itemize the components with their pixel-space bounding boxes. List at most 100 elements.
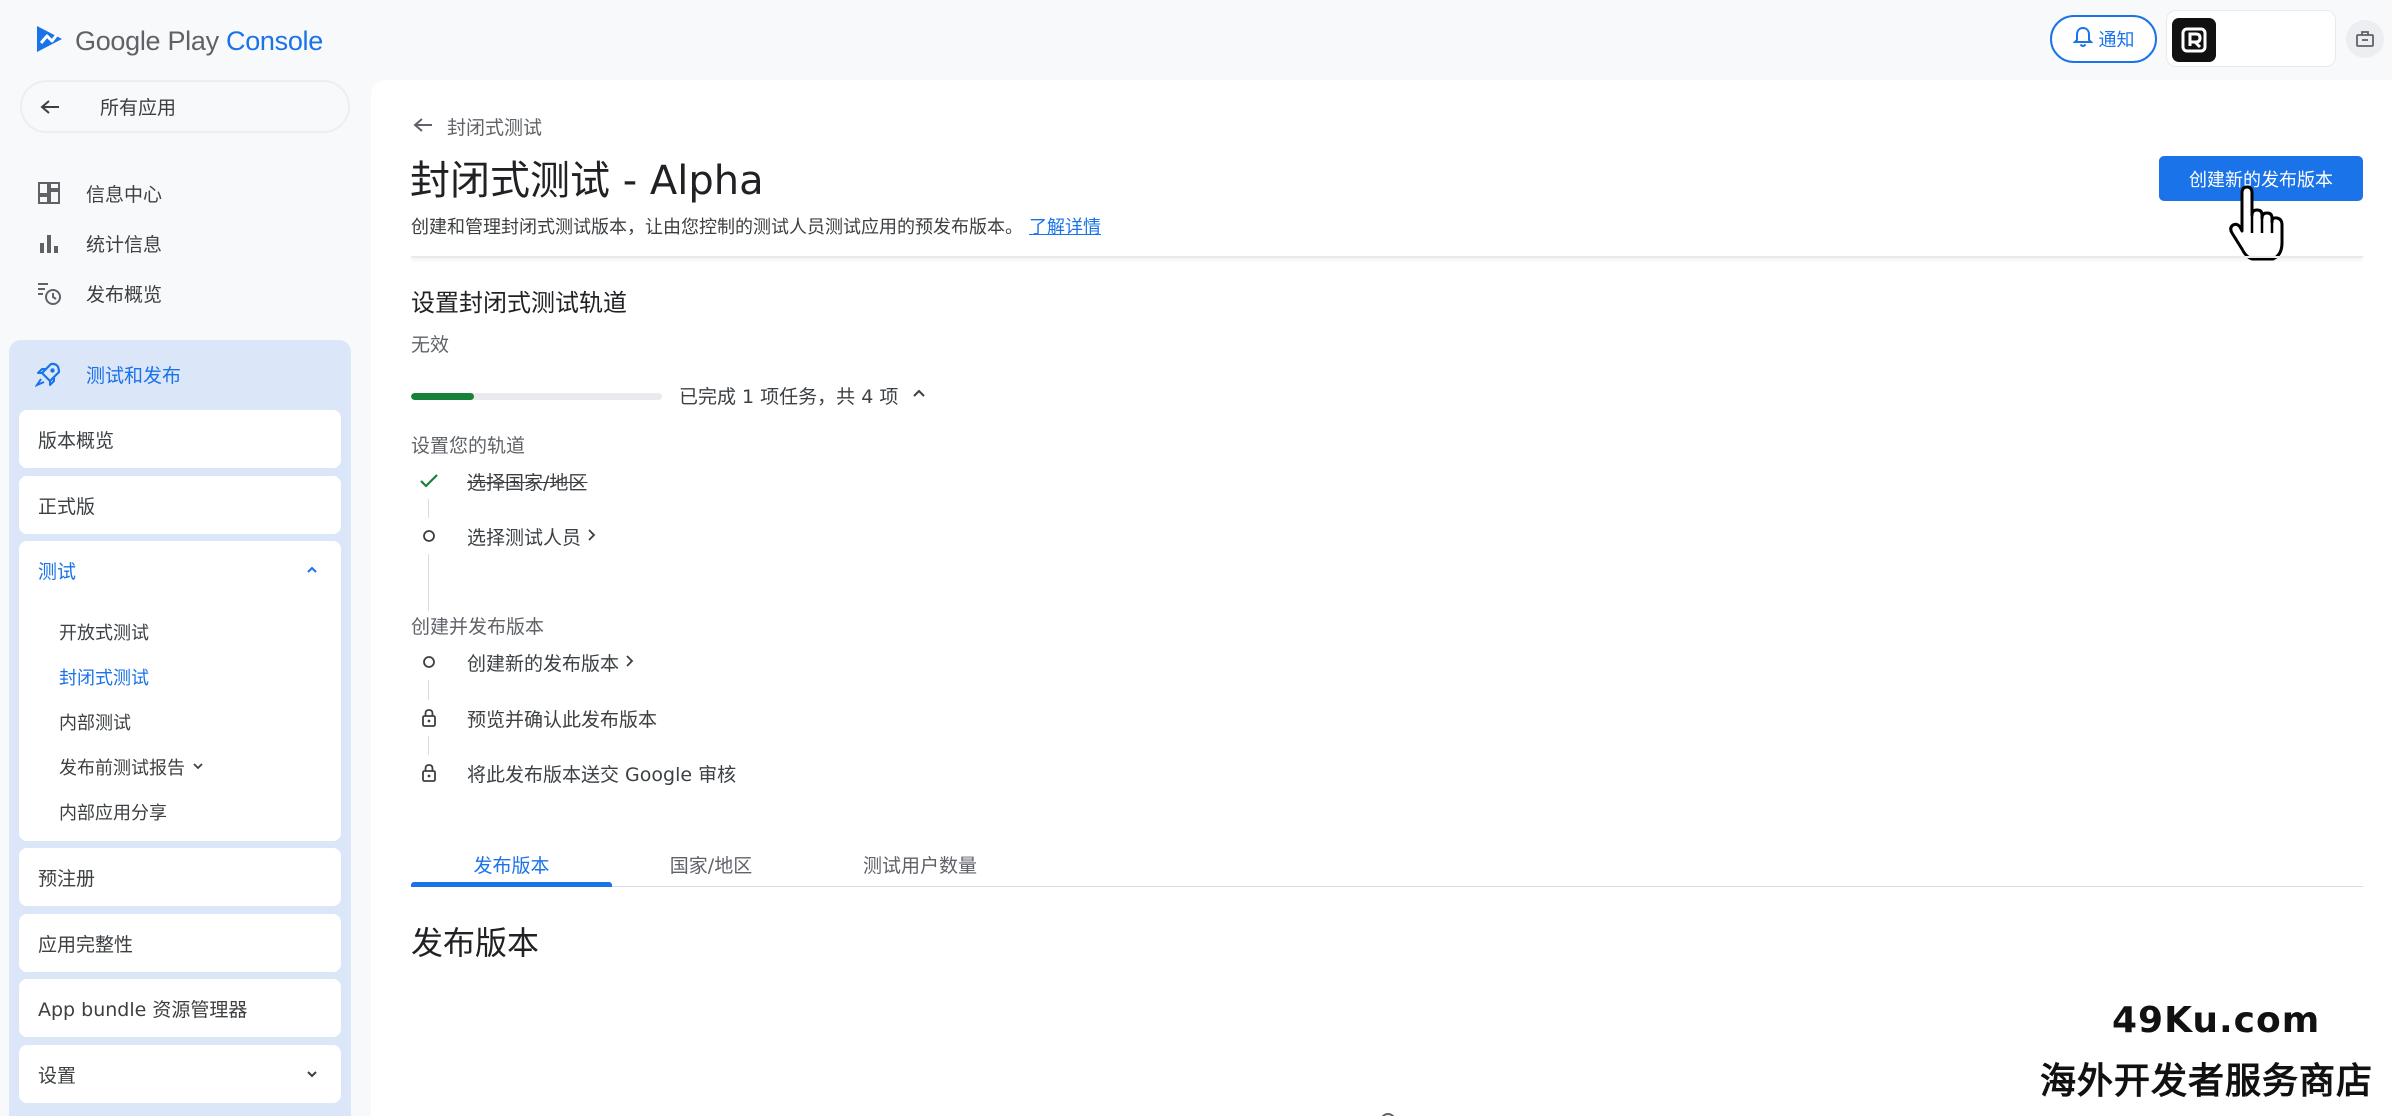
learn-more-link[interactable]: 了解详情 [1029,217,1101,238]
sidebar-item-pre-launch-report[interactable]: 发布前测试报告 [59,750,205,784]
sidebar-item-testing[interactable]: 测试 [19,541,341,599]
notifications-button[interactable]: 通知 [2050,15,2157,63]
lock-icon [411,755,447,791]
notifications-label: 通知 [2098,30,2135,51]
track-tabs: 发布版本 国家/地区 测试用户数量 [411,842,2363,887]
section-label: 测试和发布 [86,364,182,387]
sidebar-item-internal-testing[interactable]: 内部测试 [59,705,131,739]
tab-label: 测试用户数量 [862,854,977,877]
sub-item-label: 内部应用分享 [59,803,167,824]
task-send-for-review: 将此发布版本送交 Google 审核 [411,755,736,791]
watermark-line-2: 海外开发者服务商店 [2040,1061,2374,1102]
breadcrumb-label: 封闭式测试 [447,117,543,139]
account-switcher[interactable] [2166,10,2336,67]
developer-account-logo-icon [2172,18,2216,62]
sidebar-item-statistics[interactable]: 统计信息 [34,223,162,263]
chevron-down-icon [191,757,205,778]
watermark-line-1: 49Ku.com [2112,1000,2321,1041]
page-description: 创建和管理封闭式测试版本，让由您控制的测试人员测试应用的预发布版本。 了解详情 [411,213,1101,239]
sub-item-label: 开放式测试 [59,623,149,644]
task-create-release[interactable]: 创建新的发布版本 [411,644,635,680]
play-console-logo-icon [35,23,65,59]
tab-label: 发布版本 [473,854,550,877]
loading-spinner-icon [1378,1106,1398,1116]
logo-text-console: Console [226,25,323,56]
card-label: 版本概览 [38,429,115,452]
task-label: 创建新的发布版本 [467,652,620,675]
rocket-icon [34,359,64,389]
progress-label: 已完成 1 项任务，共 4 项 [679,386,899,408]
task-label: 选择国家/地区 [467,471,588,494]
chevron-up-icon [303,561,321,579]
google-play-console-logo[interactable]: Google Play Console [35,21,323,61]
sidebar-item-publishing-overview[interactable]: 发布概览 [34,273,162,313]
setup-track-title: 设置封闭式测试轨道 [411,289,627,317]
lock-icon [411,700,447,736]
sidebar-item-label: 发布概览 [86,283,163,306]
logo-text-play: Google Play [75,25,226,56]
check-icon [411,463,447,499]
circle-outline-icon [411,518,447,554]
releases-section-heading: 发布版本 [411,924,540,962]
breadcrumb[interactable]: 封闭式测试 [413,113,542,140]
card-label: 测试 [38,560,77,583]
all-apps-back-button[interactable]: 所有应用 [20,80,350,133]
card-label: 设置 [38,1064,77,1087]
inbox-icon[interactable] [2346,20,2384,58]
sidebar-item-internal-app-sharing[interactable]: 内部应用分享 [59,795,167,829]
arrow-back-icon [40,95,64,119]
logo-text: Google Play Console [75,26,323,57]
publishing-history-icon [34,278,64,308]
progress-fill [411,393,474,400]
setup-progress-bar [411,393,662,400]
sidebar-item-production[interactable]: 正式版 [19,476,341,534]
sidebar-item-test-and-release[interactable]: 测试和发布 [34,353,181,395]
header-divider [411,256,2363,258]
sidebar-item-release-overview[interactable]: 版本概览 [19,410,341,468]
chevron-up-icon [910,384,928,407]
sidebar-item-app-bundle-explorer[interactable]: App bundle 资源管理器 [19,979,341,1037]
chevron-down-icon [303,1065,321,1083]
dashboard-icon [34,178,64,208]
card-label: 正式版 [38,495,96,518]
sidebar-item-settings[interactable]: 设置 [19,1045,341,1103]
task-label: 将此发布版本送交 Google 审核 [467,763,737,786]
progress-toggle[interactable]: 已完成 1 项任务，共 4 项 [679,382,928,409]
tab-label: 国家/地区 [669,854,753,877]
sub-item-label: 发布前测试报告 [59,758,185,779]
circle-outline-icon [411,644,447,680]
sidebar-item-dashboard[interactable]: 信息中心 [34,173,162,213]
sidebar-item-label: 统计信息 [86,233,163,256]
card-label: App bundle 资源管理器 [38,998,248,1021]
task-label: 选择测试人员 [467,526,582,549]
tab-tester-count[interactable]: 测试用户数量 [810,842,1030,886]
chevron-right-icon [623,651,635,673]
bar-chart-icon [34,228,64,258]
task-select-countries[interactable]: 选择国家/地区 [411,463,587,499]
sidebar-item-label: 信息中心 [86,183,163,206]
bell-icon [2072,26,2093,53]
card-label: 预注册 [38,867,96,890]
task-preview-release: 预览并确认此发布版本 [411,700,657,736]
sub-item-label: 封闭式测试 [59,668,149,689]
setup-status: 无效 [411,334,450,356]
sidebar-item-app-integrity[interactable]: 应用完整性 [19,914,341,972]
tab-releases[interactable]: 发布版本 [411,842,612,887]
arrow-back-icon [413,116,433,138]
sub-item-label: 内部测试 [59,713,131,734]
card-label: 应用完整性 [38,933,134,956]
page-title: 封闭式测试 - Alpha [410,158,764,204]
all-apps-label: 所有应用 [100,97,177,119]
description-text: 创建和管理封闭式测试版本，让由您控制的测试人员测试应用的预发布版本。 [411,217,1023,238]
active-tab-indicator [411,882,612,887]
group-label-release: 创建并发布版本 [411,616,545,638]
chevron-right-icon [585,525,597,547]
group-label-track: 设置您的轨道 [411,435,526,457]
sidebar-item-closed-testing[interactable]: 封闭式测试 [59,660,149,694]
task-label: 预览并确认此发布版本 [467,708,658,731]
task-select-testers[interactable]: 选择测试人员 [411,518,597,554]
sidebar-item-open-testing[interactable]: 开放式测试 [59,615,149,649]
sidebar-item-pre-registration[interactable]: 预注册 [19,848,341,906]
hand-cursor-icon [2227,185,2285,265]
tab-countries[interactable]: 国家/地区 [612,842,810,886]
